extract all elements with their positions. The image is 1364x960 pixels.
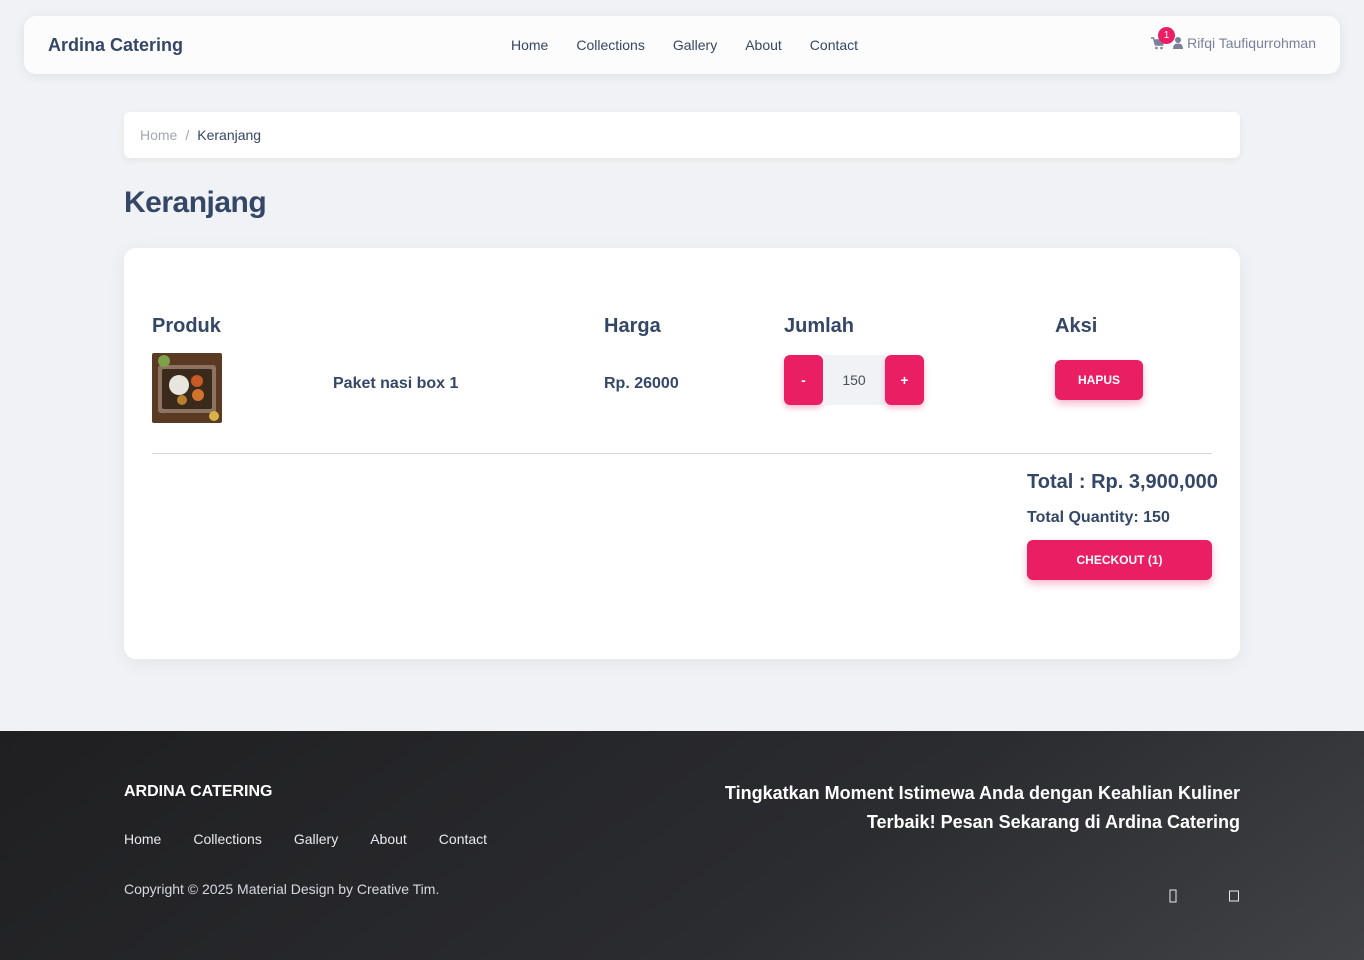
footer-nav: Home Collections Gallery About Contact xyxy=(124,831,519,847)
nav-contact[interactable]: Contact xyxy=(810,37,858,53)
cart-card: Produk Harga Jumlah Aksi Paket nasi box … xyxy=(124,248,1240,659)
footer: ARDINA CATERING Home Collections Gallery… xyxy=(0,731,1364,960)
page-title: Keranjang xyxy=(124,186,267,219)
quantity-stepper: - + xyxy=(784,355,924,405)
footer-link-collections[interactable]: Collections xyxy=(193,831,261,847)
footer-link-home[interactable]: Home xyxy=(124,831,161,847)
cart-button[interactable]: 1 xyxy=(1151,27,1176,51)
product-name: Paket nasi box 1 xyxy=(333,375,459,392)
breadcrumb-home[interactable]: Home xyxy=(140,127,177,143)
increment-button[interactable]: + xyxy=(885,355,924,405)
breadcrumb: Home / Keranjang xyxy=(124,112,1240,158)
brand-logo[interactable]: Ardina Catering xyxy=(48,35,183,56)
breadcrumb-separator: / xyxy=(185,127,190,143)
cart-total: Total : Rp. 3,900,000 xyxy=(1027,471,1218,493)
quantity-input[interactable] xyxy=(823,355,885,405)
breadcrumb-current: Keranjang xyxy=(197,127,262,143)
nav-collections[interactable]: Collections xyxy=(576,37,644,53)
nav-gallery[interactable]: Gallery xyxy=(673,37,717,53)
footer-tagline: Tingkatkan Moment Istimewa Anda dengan K… xyxy=(724,783,1240,832)
social-icon-1[interactable] xyxy=(1167,889,1179,903)
footer-link-gallery[interactable]: Gallery xyxy=(294,831,338,847)
social-icon-2[interactable] xyxy=(1228,889,1240,903)
checkout-button[interactable]: CHECKOUT (1) xyxy=(1027,540,1212,580)
divider xyxy=(152,453,1212,454)
navbar: Ardina Catering Home Collections Gallery… xyxy=(24,16,1340,74)
header-quantity: Jumlah xyxy=(784,315,855,337)
nav-about[interactable]: About xyxy=(745,37,782,53)
main-nav: Home Collections Gallery About Contact xyxy=(511,37,886,53)
header-product: Produk xyxy=(152,315,221,337)
decrement-button[interactable]: - xyxy=(784,355,823,405)
user-icon xyxy=(1173,37,1184,49)
user-name-link[interactable]: Rifqi Taufiqurrohman xyxy=(1187,35,1316,51)
product-image xyxy=(152,353,222,423)
header-price: Harga xyxy=(604,315,661,337)
nav-right: 1 Rifqi Taufiqurrohman xyxy=(1151,27,1316,51)
product-price: Rp. 26000 xyxy=(604,375,679,392)
footer-link-about[interactable]: About xyxy=(370,831,407,847)
footer-brand: ARDINA CATERING xyxy=(124,783,273,800)
footer-copyright: Copyright © 2025 Material Design by Crea… xyxy=(124,881,440,897)
remove-item-button[interactable]: HAPUS xyxy=(1055,360,1143,400)
cart-total-quantity: Total Quantity: 150 xyxy=(1027,509,1170,526)
footer-link-contact[interactable]: Contact xyxy=(439,831,487,847)
header-action: Aksi xyxy=(1055,315,1098,337)
nav-home[interactable]: Home xyxy=(511,37,548,53)
cart-count-badge: 1 xyxy=(1158,27,1176,44)
